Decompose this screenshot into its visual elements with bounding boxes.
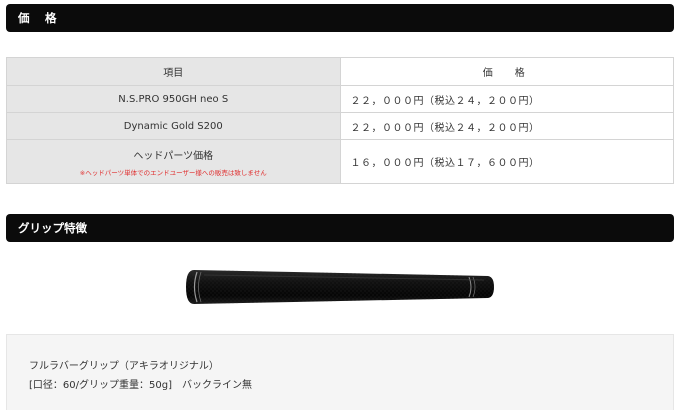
row-price: ２２，０００円（税込２４，２００円） — [339, 85, 674, 113]
table-row: Dynamic Gold S200 ２２，０００円（税込２４，２００円） — [6, 112, 674, 140]
table-header-row: 項目 価 格 — [6, 57, 674, 86]
row-price: １６，０００円（税込１７，６００円） — [339, 139, 674, 184]
row-price: ２２，０００円（税込２４，２００円） — [339, 112, 674, 140]
grip-section-title: グリップ特徴 — [18, 221, 87, 235]
row-item-cell: ヘッドパーツ価格 ※ヘッドパーツ単体でのエンドユーザー様への販売は致しません — [6, 139, 341, 184]
column-header-price: 価 格 — [339, 57, 674, 86]
grip-illustration — [186, 270, 494, 304]
table-row: ヘッドパーツ価格 ※ヘッドパーツ単体でのエンドユーザー様への販売は致しません １… — [6, 139, 674, 184]
row-item-name: N.S.PRO 950GH neo S — [6, 85, 341, 113]
table-row: N.S.PRO 950GH neo S ２２，０００円（税込２４，２００円） — [6, 85, 674, 113]
price-section-title: 価 格 — [18, 11, 59, 25]
grip-image — [184, 266, 496, 308]
grip-description-spec: [口径：60/グリップ重量：50g] バックライン無 — [29, 380, 252, 391]
price-section-header: 価 格 — [6, 4, 674, 32]
grip-description-box: フルラバーグリップ（アキラオリジナル） [口径：60/グリップ重量：50g] バ… — [6, 334, 674, 410]
price-table: 項目 価 格 N.S.PRO 950GH neo S ２２，０００円（税込２４，… — [6, 57, 674, 184]
grip-description-name: フルラバーグリップ（アキラオリジナル） — [29, 361, 219, 372]
sales-note: ※ヘッドパーツ単体でのエンドユーザー様への販売は致しません — [79, 168, 267, 177]
grip-section-header: グリップ特徴 — [6, 214, 674, 242]
row-item-name: Dynamic Gold S200 — [6, 112, 341, 140]
column-header-item: 項目 — [6, 57, 341, 86]
row-item-name: ヘッドパーツ価格 — [133, 150, 214, 162]
